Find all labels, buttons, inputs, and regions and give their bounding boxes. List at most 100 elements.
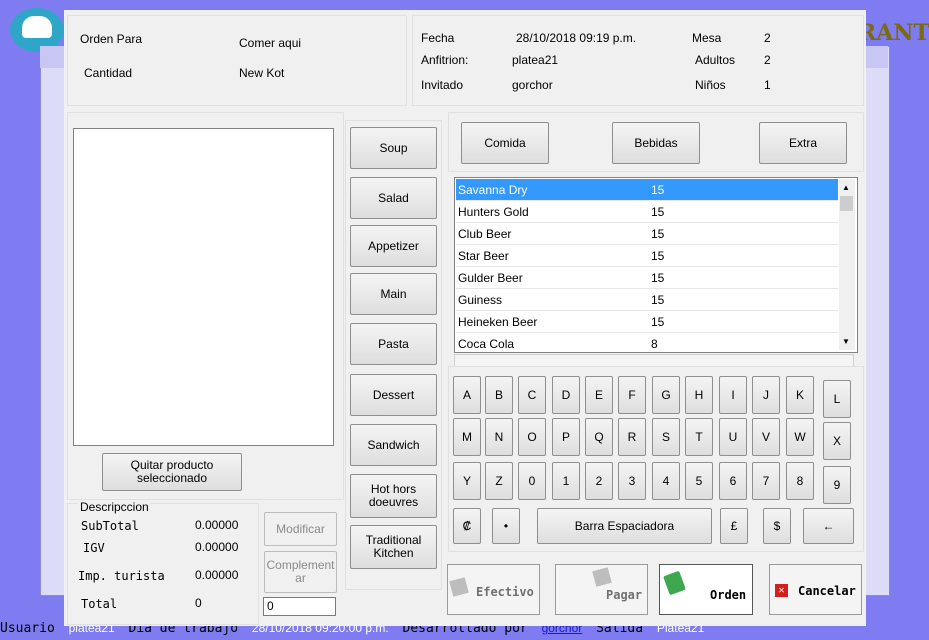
remove-item-button[interactable]: Quitar producto seleccionado <box>102 453 242 491</box>
orden-button[interactable]: Orden <box>659 564 753 615</box>
quantity-input[interactable]: 0 <box>263 597 336 616</box>
key-b[interactable]: B <box>485 376 513 414</box>
order-info-panel: Orden Para Comer aqui Cantidad New Kot <box>67 15 407 106</box>
subtotal-label: SubTotal <box>81 519 139 533</box>
cancelar-button[interactable]: ✕ Cancelar <box>769 564 862 615</box>
key-w[interactable]: W <box>786 418 814 456</box>
product-price: 15 <box>651 183 665 197</box>
key-z[interactable]: Z <box>485 462 513 500</box>
subtotal-value: 0.00000 <box>195 518 239 532</box>
key-0[interactable]: 0 <box>518 462 546 500</box>
key-backspace-icon[interactable]: ← <box>803 508 854 544</box>
category-pasta-button[interactable]: Pasta <box>350 323 437 365</box>
key-9[interactable]: 9 <box>823 466 851 504</box>
category-soup-button[interactable]: Soup <box>350 127 437 169</box>
key-g[interactable]: G <box>652 376 680 414</box>
imp-turista-label: Imp. turista <box>78 569 165 583</box>
key-7[interactable]: 7 <box>752 462 780 500</box>
key-q[interactable]: Q <box>585 418 613 456</box>
product-price: 15 <box>651 227 665 241</box>
tab-comida[interactable]: Comida <box>461 122 549 164</box>
scroll-down-icon[interactable]: ▼ <box>842 337 850 346</box>
pay-icon <box>592 567 612 587</box>
key-1[interactable]: 1 <box>552 462 580 500</box>
key-4[interactable]: 4 <box>652 462 680 500</box>
key-i[interactable]: I <box>719 376 747 414</box>
product-row[interactable]: Heineken Beer 15 <box>456 311 838 333</box>
product-row[interactable]: Coca Cola 8 <box>456 333 838 352</box>
category-appetizer-button[interactable]: Appetizer <box>350 225 437 267</box>
efectivo-label: Efectivo <box>476 585 534 599</box>
category-hot-hors-doeuvres-button[interactable]: Hot hors doeuvres <box>350 474 437 518</box>
key-2[interactable]: 2 <box>585 462 613 500</box>
product-row[interactable]: Club Beer 15 <box>456 223 838 245</box>
product-row[interactable]: Star Beer 15 <box>456 245 838 267</box>
category-dessert-button[interactable]: Dessert <box>350 374 437 416</box>
product-list[interactable]: Savanna Dry 15 Hunters Gold 15 Club Beer 15 St… <box>454 177 858 353</box>
space-key[interactable]: Barra Espaciadora <box>537 508 712 544</box>
key-m[interactable]: M <box>453 418 481 456</box>
key-colon-sign[interactable]: ₡ <box>453 508 481 544</box>
cash-icon <box>449 577 469 597</box>
category-salad-button[interactable]: Salad <box>350 177 437 219</box>
cancel-x-icon: ✕ <box>775 584 788 597</box>
product-name: Club Beer <box>458 227 512 241</box>
product-row[interactable]: Guiness 15 <box>456 289 838 311</box>
cancelar-label: Cancelar <box>798 584 856 598</box>
product-name: Gulder Beer <box>458 271 523 285</box>
key-t[interactable]: T <box>685 418 713 456</box>
key-p[interactable]: P <box>552 418 580 456</box>
igv-label: IGV <box>83 541 105 555</box>
product-price: 15 <box>651 249 665 263</box>
key-f[interactable]: F <box>618 376 646 414</box>
key-y[interactable]: Y <box>453 462 481 500</box>
ninos-value: 1 <box>764 78 771 92</box>
key-h[interactable]: H <box>685 376 713 414</box>
key-dollar[interactable]: $ <box>763 508 791 544</box>
key-6[interactable]: 6 <box>719 462 747 500</box>
order-items-list[interactable] <box>73 128 334 446</box>
igv-value: 0.00000 <box>195 540 239 554</box>
product-name: Star Beer <box>458 249 509 263</box>
cantidad-value: New Kot <box>239 66 285 80</box>
key-x[interactable]: X <box>823 422 851 460</box>
key-8[interactable]: 8 <box>786 462 814 500</box>
scroll-up-icon[interactable]: ▲ <box>842 183 850 192</box>
product-row[interactable]: Savanna Dry 15 <box>456 179 838 201</box>
tab-bebidas[interactable]: Bebidas <box>612 122 700 164</box>
key-k[interactable]: K <box>786 376 814 414</box>
scroll-thumb[interactable] <box>840 196 853 211</box>
key-l[interactable]: L <box>823 380 851 418</box>
key-v[interactable]: V <box>752 418 780 456</box>
product-row[interactable]: Gulder Beer 15 <box>456 267 838 289</box>
key-3[interactable]: 3 <box>618 462 646 500</box>
product-price: 15 <box>651 205 665 219</box>
product-row[interactable]: Hunters Gold 15 <box>456 201 838 223</box>
key-5[interactable]: 5 <box>685 462 713 500</box>
tab-extra[interactable]: Extra <box>759 122 847 164</box>
efectivo-button[interactable]: Efectivo <box>447 564 540 615</box>
key-j[interactable]: J <box>752 376 780 414</box>
key-a[interactable]: A <box>453 376 481 414</box>
key-o[interactable]: O <box>518 418 546 456</box>
product-name: Heineken Beer <box>458 315 538 329</box>
key-d[interactable]: D <box>552 376 580 414</box>
anfitrion-label: Anfitrion: <box>421 53 469 67</box>
category-main-button[interactable]: Main <box>350 273 437 315</box>
key-r[interactable]: R <box>618 418 646 456</box>
key-c[interactable]: C <box>518 376 546 414</box>
product-list-scrollbar[interactable]: ▲ ▼ <box>839 179 855 350</box>
category-sandwich-button[interactable]: Sandwich <box>350 424 437 466</box>
cantidad-label: Cantidad <box>84 66 133 80</box>
modificar-button[interactable]: Modificar <box>264 512 337 546</box>
key-s[interactable]: S <box>652 418 680 456</box>
orden-label: Orden <box>710 588 747 602</box>
complementar-button[interactable]: Complement ar <box>264 551 337 593</box>
key-bullet[interactable]: • <box>492 508 520 544</box>
key-u[interactable]: U <box>719 418 747 456</box>
category-traditional-kitchen-button[interactable]: Traditional Kitchen <box>350 525 437 569</box>
pagar-button[interactable]: Pagar <box>555 564 648 615</box>
key-n[interactable]: N <box>485 418 513 456</box>
key-e[interactable]: E <box>585 376 613 414</box>
key-pound[interactable]: £ <box>720 508 748 544</box>
